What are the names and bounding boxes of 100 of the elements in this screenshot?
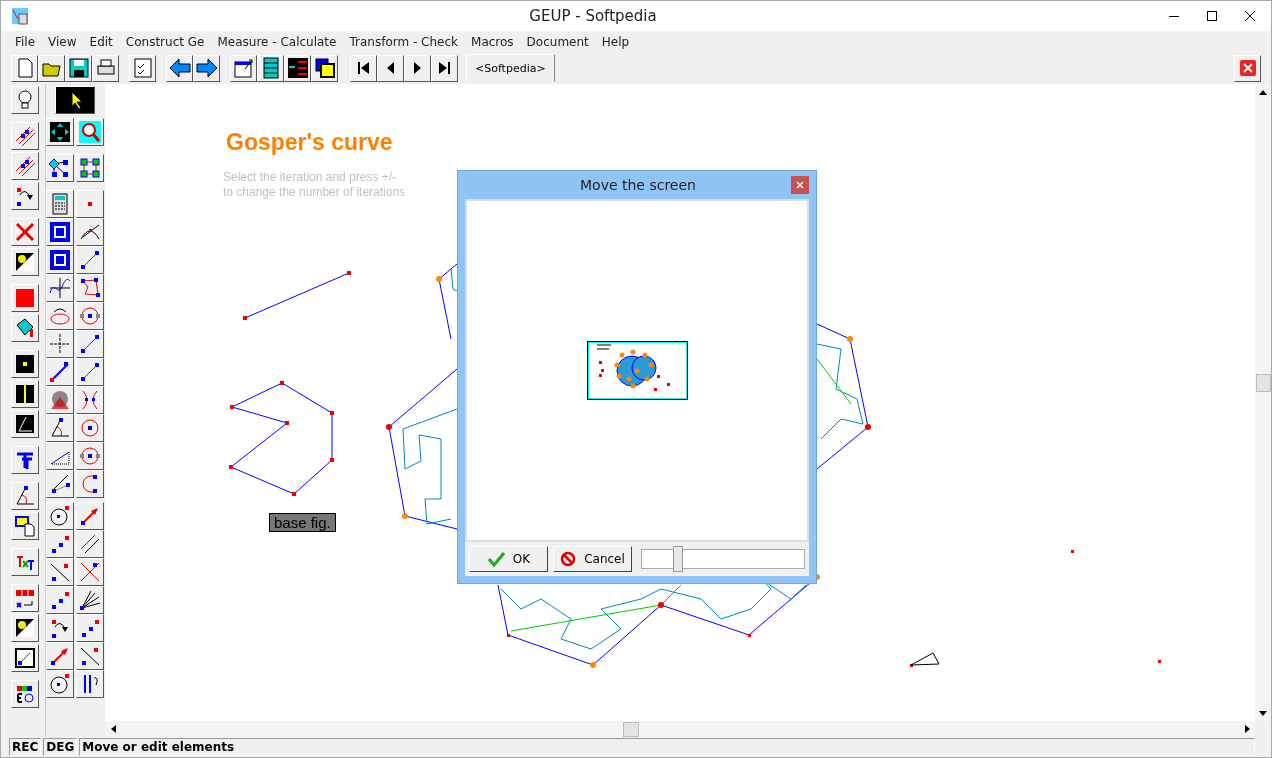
tool-button[interactable] — [10, 350, 39, 378]
toolbar-button[interactable] — [284, 54, 311, 82]
toolbar-button[interactable] — [92, 54, 119, 82]
horizontal-scrollbar[interactable] — [105, 721, 1255, 737]
tool-button[interactable] — [46, 154, 75, 182]
menu-item[interactable]: Help — [595, 32, 636, 51]
tool-button[interactable] — [76, 190, 105, 218]
angle-square-icon — [13, 413, 36, 435]
menu-item[interactable]: Document — [520, 32, 595, 51]
tool-button[interactable] — [46, 414, 75, 442]
tool-button[interactable] — [10, 248, 39, 276]
dialog-close-button[interactable] — [791, 176, 809, 194]
tool-button[interactable] — [46, 502, 75, 530]
tool-button[interactable] — [76, 118, 105, 146]
menu-item[interactable]: Construct Ge — [119, 32, 211, 51]
menu-item[interactable]: File — [9, 32, 42, 51]
ok-button[interactable]: OK — [469, 546, 548, 572]
toolbar-button[interactable] — [193, 54, 220, 82]
tool-button[interactable] — [46, 218, 75, 246]
tool-button[interactable] — [46, 190, 75, 218]
tool-button[interactable] — [76, 470, 105, 498]
toolbar-button[interactable] — [431, 54, 458, 82]
tool-button[interactable] — [10, 410, 39, 438]
tool-button[interactable] — [76, 302, 105, 330]
tool-button[interactable] — [76, 218, 105, 246]
tool-button[interactable] — [76, 558, 105, 586]
tool-button[interactable] — [10, 380, 39, 408]
tool-button[interactable] — [46, 642, 75, 670]
tool-button[interactable] — [10, 680, 39, 708]
tool-button[interactable] — [76, 386, 105, 414]
tool-button[interactable] — [10, 86, 39, 114]
tool-button[interactable] — [10, 446, 39, 474]
tool-button[interactable] — [10, 218, 39, 246]
menu-item[interactable]: View — [42, 32, 83, 51]
toolbar-button[interactable] — [11, 54, 38, 82]
numbered-list-icon — [286, 57, 309, 79]
tool-button[interactable] — [10, 482, 39, 510]
toolbar-button[interactable] — [65, 54, 92, 82]
scrollbar-thumb[interactable] — [1255, 374, 1271, 392]
tool-button[interactable] — [10, 182, 39, 210]
toolbar-button[interactable] — [350, 54, 377, 82]
menu-item[interactable]: Transform - Check — [343, 32, 465, 51]
tool-button[interactable] — [76, 586, 105, 614]
tool-button[interactable] — [76, 246, 105, 274]
toolbar-button[interactable] — [129, 54, 156, 82]
tool-button[interactable] — [76, 274, 105, 302]
tool-button[interactable] — [46, 586, 75, 614]
tool-button[interactable] — [76, 530, 105, 558]
tool-button[interactable] — [46, 118, 75, 146]
close-icon — [796, 181, 804, 189]
toolbar-button[interactable] — [377, 54, 404, 82]
toolbar-button[interactable] — [311, 54, 338, 82]
tool-button[interactable] — [46, 358, 75, 386]
tool-button[interactable] — [46, 442, 75, 470]
tool-button[interactable] — [46, 670, 75, 698]
close-document-button[interactable] — [1234, 54, 1261, 82]
tool-button[interactable] — [46, 330, 75, 358]
toolbar-button[interactable] — [404, 54, 431, 82]
tool-button[interactable] — [46, 274, 75, 302]
tool-button[interactable] — [76, 330, 105, 358]
zoom-slider[interactable] — [641, 549, 805, 569]
tool-button[interactable] — [10, 284, 39, 312]
toolbar-button[interactable] — [257, 54, 284, 82]
menu-item[interactable]: Measure - Calculate — [211, 32, 343, 51]
tool-button[interactable] — [46, 470, 75, 498]
slider-thumb[interactable] — [672, 546, 683, 572]
toolbar-button[interactable] — [38, 54, 65, 82]
tool-button[interactable] — [76, 670, 105, 698]
tool-button[interactable] — [46, 302, 75, 330]
menu-item[interactable]: Macros — [465, 32, 520, 51]
tool-button[interactable] — [76, 614, 105, 642]
vertical-scrollbar[interactable] — [1255, 84, 1271, 721]
tool-button[interactable] — [76, 502, 105, 530]
tool-button[interactable] — [10, 548, 39, 576]
down-arrow-icon — [1259, 710, 1267, 716]
tool-button[interactable] — [46, 558, 75, 586]
tool-button[interactable] — [46, 386, 75, 414]
tool-button[interactable] — [46, 614, 75, 642]
status-text: DEG — [43, 738, 78, 756]
scrollbar-thumb[interactable] — [623, 721, 639, 737]
toolbar-button[interactable] — [230, 54, 257, 82]
document-tab[interactable]: <Softpedia> — [466, 54, 555, 82]
toolbar-button[interactable] — [166, 54, 193, 82]
tool-button[interactable] — [76, 358, 105, 386]
tool-button[interactable] — [10, 614, 39, 642]
tool-button[interactable] — [76, 154, 105, 182]
tool-button[interactable] — [10, 512, 39, 540]
tool-button[interactable] — [46, 246, 75, 274]
tool-button[interactable] — [10, 644, 39, 672]
tool-button[interactable] — [10, 152, 39, 180]
pointer-tool-button[interactable] — [55, 86, 96, 114]
cancel-button[interactable]: Cancel — [553, 546, 632, 572]
menu-item[interactable]: Edit — [83, 32, 119, 51]
tool-button[interactable] — [10, 314, 39, 342]
tool-button[interactable] — [76, 442, 105, 470]
tool-button[interactable] — [10, 584, 39, 612]
tool-button[interactable] — [10, 122, 39, 150]
tool-button[interactable] — [76, 642, 105, 670]
tool-button[interactable] — [76, 414, 105, 442]
tool-button[interactable] — [46, 530, 75, 558]
